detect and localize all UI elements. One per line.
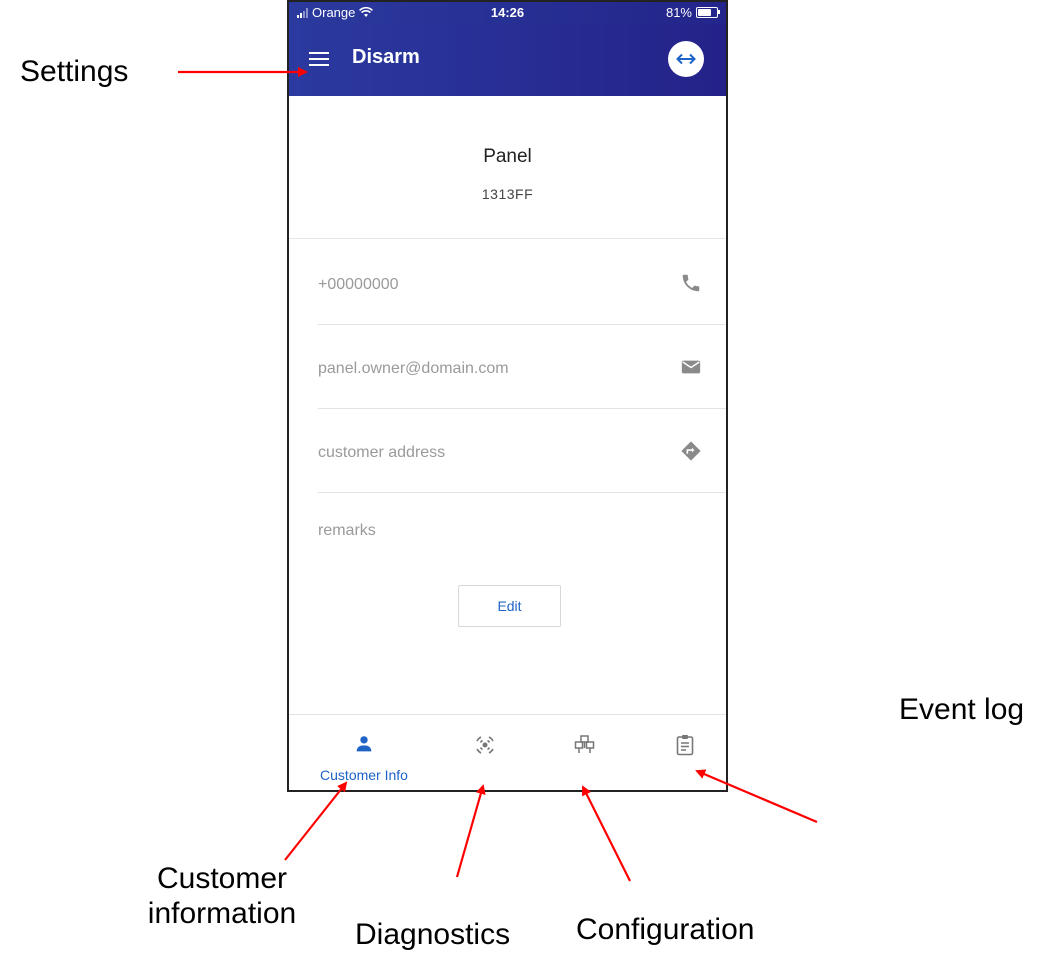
customer-info-arrow xyxy=(284,781,348,861)
phone-screen: Orange 14:26 81% Disarm Panel 1313FF +00… xyxy=(287,0,728,792)
configuration-annotation: Configuration xyxy=(576,913,755,946)
diagnostics-icon xyxy=(476,736,494,754)
tab-customer-info[interactable]: Customer Info xyxy=(309,715,419,790)
status-right: 81% xyxy=(665,5,720,20)
bottom-nav: Customer Info xyxy=(289,714,726,790)
mail-icon[interactable] xyxy=(680,356,702,378)
panel-id: 1313FF xyxy=(481,186,534,202)
status-bar: Orange 14:26 81% xyxy=(289,2,726,24)
tab-customer-info-label: Customer Info xyxy=(320,767,408,783)
tab-configuration[interactable] xyxy=(529,715,639,790)
tab-event-log[interactable] xyxy=(629,715,726,790)
battery-icon xyxy=(696,7,720,18)
panel-header: Panel 1313FF xyxy=(289,96,726,239)
customer-information-line-1: Customer xyxy=(156,862,288,895)
battery-percent: 81% xyxy=(665,5,692,20)
swap-horizontal-button[interactable] xyxy=(668,41,704,77)
address-row: customer address xyxy=(318,408,726,493)
person-icon xyxy=(356,736,372,752)
tab-diagnostics[interactable] xyxy=(429,715,539,790)
customer-information-line-2: information xyxy=(147,896,297,930)
event-log-annotation: Event log xyxy=(899,693,1025,726)
phone-row: +00000000 xyxy=(318,240,726,325)
swap-horizontal-icon xyxy=(676,53,696,65)
remarks-field[interactable]: remarks xyxy=(318,522,376,540)
directions-icon[interactable] xyxy=(680,440,702,462)
hamburger-menu-icon[interactable] xyxy=(309,52,329,66)
configuration-arrow xyxy=(582,785,631,882)
network-config-icon xyxy=(574,735,595,753)
email-value: panel.owner@domain.com xyxy=(318,360,509,377)
diagnostics-arrow xyxy=(455,784,486,878)
status-time: 14:26 xyxy=(490,5,525,20)
email-row: panel.owner@domain.com xyxy=(318,324,726,409)
app-bar: Disarm xyxy=(289,24,726,96)
phone-icon[interactable] xyxy=(680,272,702,294)
phone-value: +00000000 xyxy=(318,276,399,293)
panel-name: Panel xyxy=(483,146,532,167)
customer-information-annotation: Customer information xyxy=(118,862,326,931)
settings-annotation: Settings xyxy=(20,55,129,88)
clipboard-icon xyxy=(676,735,694,756)
address-value: customer address xyxy=(318,444,446,461)
edit-button[interactable]: Edit xyxy=(458,585,561,627)
page-title: Disarm xyxy=(352,46,420,68)
diagnostics-annotation: Diagnostics xyxy=(355,918,511,951)
